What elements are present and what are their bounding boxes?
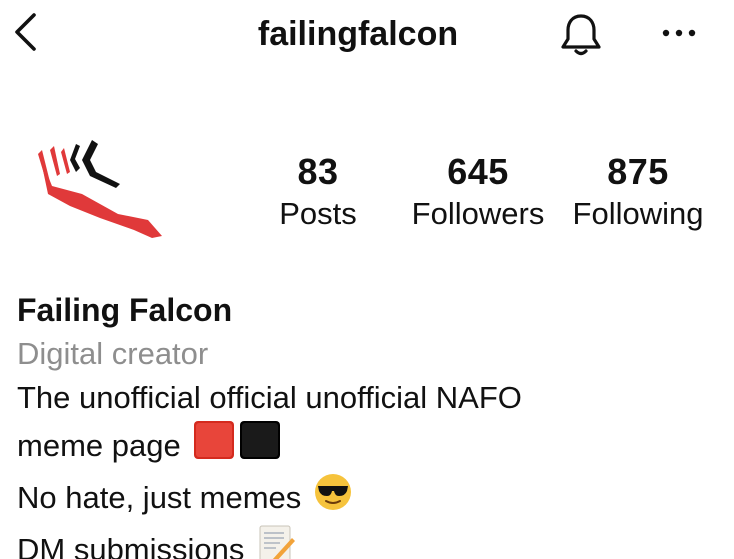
posts-label: Posts bbox=[279, 196, 357, 231]
black-square-emoji-icon bbox=[239, 420, 281, 472]
bio-line-2-text: meme page bbox=[17, 428, 181, 463]
display-name: Failing Falcon bbox=[17, 292, 233, 328]
bell-icon bbox=[561, 14, 601, 56]
more-options-button[interactable] bbox=[656, 14, 702, 52]
followers-label: Followers bbox=[411, 196, 545, 231]
followers-count: 645 bbox=[447, 151, 509, 192]
profile-bio: Failing Falcon Digital creator The unoff… bbox=[17, 288, 717, 559]
posts-stat[interactable]: 83 Posts bbox=[262, 150, 374, 234]
back-button[interactable] bbox=[8, 10, 44, 54]
following-stat[interactable]: 875 Following bbox=[562, 150, 714, 234]
profile-username: failingfalcon bbox=[257, 15, 459, 53]
bio-line-1: The unofficial official unofficial NAFO bbox=[17, 376, 717, 420]
following-label: Following bbox=[572, 196, 704, 231]
bio-line-4-text: DM submissions bbox=[17, 532, 245, 559]
bio-line-1-text: The unofficial official unofficial NAFO bbox=[17, 380, 522, 415]
more-horizontal-icon bbox=[662, 29, 696, 37]
bio-line-3-text: No hate, just memes bbox=[17, 480, 302, 515]
category-label: Digital creator bbox=[17, 336, 209, 371]
chevron-left-icon bbox=[15, 13, 36, 51]
posts-count: 83 bbox=[297, 151, 339, 192]
followers-stat[interactable]: 645 Followers bbox=[402, 150, 554, 234]
memo-emoji-icon bbox=[256, 524, 296, 559]
bio-line-4: DM submissions bbox=[17, 524, 717, 559]
bio-line-3: No hate, just memes bbox=[17, 472, 717, 524]
sunglasses-emoji-icon bbox=[313, 472, 353, 524]
following-count: 875 bbox=[607, 151, 669, 192]
bio-line-2: meme page bbox=[17, 420, 717, 472]
profile-avatar[interactable] bbox=[30, 126, 170, 246]
red-square-emoji-icon bbox=[193, 420, 235, 472]
notifications-button[interactable] bbox=[556, 8, 606, 60]
profile-header: failingfalcon bbox=[0, 0, 734, 70]
falcon-logo-icon bbox=[38, 140, 162, 238]
